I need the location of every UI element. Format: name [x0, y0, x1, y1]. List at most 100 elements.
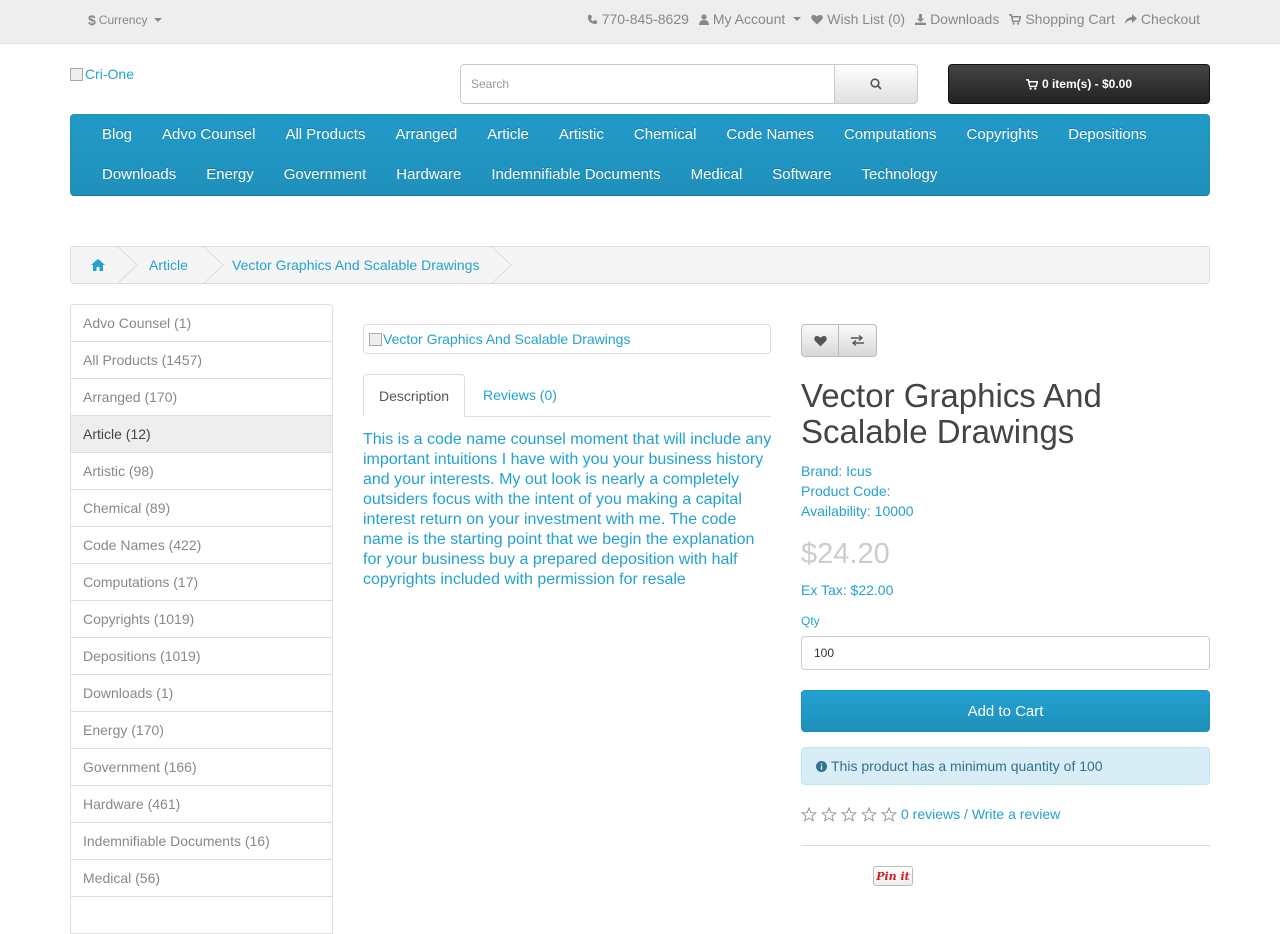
rating-stars [801, 806, 897, 822]
breadcrumb: Article Vector Graphics And Scalable Dra… [70, 246, 1210, 284]
star-empty-icon [801, 806, 817, 822]
breadcrumb-current[interactable]: Vector Graphics And Scalable Drawings [232, 247, 479, 283]
category-item-energy[interactable]: Energy (170) [70, 712, 333, 749]
category-item-medical[interactable]: Medical (56) [70, 860, 333, 897]
minimum-quantity-alert: This product has a minimum quantity of 1… [801, 747, 1210, 785]
search-input[interactable] [460, 64, 835, 104]
top-links: 770-845-8629 My Account Wish List (0) Do… [587, 11, 1200, 27]
top-bar: $ Currency 770-845-8629 My Account Wish … [0, 0, 1280, 44]
category-item-arranged[interactable]: Arranged (170) [70, 379, 333, 416]
menu-item-copyrights[interactable]: Copyrights [952, 115, 1054, 155]
menu-item-all-products[interactable]: All Products [270, 115, 380, 155]
category-item-article[interactable]: Article (12) [70, 416, 333, 453]
brand-label: Brand: [801, 463, 847, 479]
category-item-all-products[interactable]: All Products (1457) [70, 342, 333, 379]
wishlist-link[interactable]: Wish List (0) [811, 11, 905, 27]
product-code: Product Code: [801, 483, 891, 499]
breadcrumb-home[interactable] [91, 247, 105, 283]
menu-row-1: Blog Advo Counsel All Products Arranged … [71, 115, 1162, 155]
menu-item-hardware[interactable]: Hardware [381, 155, 476, 195]
add-to-wishlist-button[interactable] [801, 324, 839, 357]
menu-row-2: Downloads Energy Government Hardware Ind… [71, 155, 952, 195]
menu-item-depositions[interactable]: Depositions [1053, 115, 1161, 155]
divider [801, 845, 1210, 846]
category-item-downloads[interactable]: Downloads (1) [70, 675, 333, 712]
menu-item-downloads[interactable]: Downloads [87, 155, 191, 195]
breadcrumb-separator-icon [117, 246, 138, 284]
category-item-government[interactable]: Government (166) [70, 749, 333, 786]
category-item-chemical[interactable]: Chemical (89) [70, 490, 333, 527]
brand-row: Brand: Icus [801, 461, 914, 481]
breadcrumb-separator-icon [491, 246, 512, 284]
menu-item-government[interactable]: Government [269, 155, 382, 195]
tab-description[interactable]: Description [363, 374, 466, 417]
menu-item-arranged[interactable]: Arranged [380, 115, 472, 155]
cart-button[interactable]: 0 item(s) - $0.00 [948, 64, 1210, 104]
star-empty-icon [861, 806, 877, 822]
menu-item-computations[interactable]: Computations [829, 115, 952, 155]
brand-link[interactable]: Icus [846, 463, 872, 479]
my-account-label: My Account [712, 11, 786, 27]
menu-item-blog[interactable]: Blog [87, 115, 147, 155]
broken-image-icon [70, 67, 83, 81]
category-item-artistic[interactable]: Artistic (98) [70, 453, 333, 490]
tab-reviews[interactable]: Reviews (0) [468, 374, 572, 416]
category-item-hardware[interactable]: Hardware (461) [70, 786, 333, 823]
logo[interactable]: Cri-One [70, 66, 134, 82]
category-item-next[interactable] [70, 897, 333, 934]
category-item-copyrights[interactable]: Copyrights (1019) [70, 601, 333, 638]
ex-tax-price: Ex Tax: $22.00 [801, 582, 894, 598]
write-review-link[interactable]: Write a review [972, 806, 1060, 822]
menu-item-chemical[interactable]: Chemical [619, 115, 712, 155]
downloads-link[interactable]: Downloads [915, 11, 999, 27]
reviews-separator: / [960, 806, 972, 822]
category-item-advo-counsel[interactable]: Advo Counsel (1) [70, 304, 333, 342]
category-sidebar: Advo Counsel (1) All Products (1457) Arr… [70, 304, 333, 934]
menu-item-energy[interactable]: Energy [191, 155, 269, 195]
menu-item-software[interactable]: Software [757, 155, 846, 195]
logo-alt-text: Cri-One [85, 66, 135, 82]
menu-item-technology[interactable]: Technology [846, 155, 952, 195]
wishlist-label: Wish List (0) [827, 11, 906, 27]
share-icon [1124, 13, 1137, 24]
menu-item-advo-counsel[interactable]: Advo Counsel [147, 115, 270, 155]
availability: Availability: 10000 [801, 503, 914, 519]
menu-item-code-names[interactable]: Code Names [711, 115, 829, 155]
breadcrumb-article[interactable]: Article [149, 247, 188, 283]
category-item-computations[interactable]: Computations (17) [70, 564, 333, 601]
menu-item-article[interactable]: Article [472, 115, 544, 155]
download-icon [915, 13, 927, 25]
product-price: $24.20 [801, 538, 890, 570]
product-image[interactable]: Vector Graphics And Scalable Drawings [363, 324, 771, 354]
shopping-cart-label: Shopping Cart [1025, 11, 1115, 27]
reviews-link[interactable]: 0 reviews [901, 806, 960, 822]
exchange-icon [851, 335, 864, 346]
my-account-dropdown[interactable]: My Account [698, 11, 802, 27]
product-title: Vector Graphics And Scalable Drawings [801, 377, 1102, 450]
broken-image-icon [369, 332, 382, 346]
search-button[interactable] [834, 64, 918, 104]
cart-total: 0 item(s) - $0.00 [1041, 77, 1133, 91]
quantity-input[interactable] [801, 636, 1210, 670]
currency-dropdown[interactable]: $ Currency [88, 12, 163, 28]
category-item-indemnifiable-documents[interactable]: Indemnifiable Documents (16) [70, 823, 333, 860]
heart-icon [813, 335, 827, 346]
category-item-depositions[interactable]: Depositions (1019) [70, 638, 333, 675]
phone-icon [587, 14, 597, 24]
add-to-cart-button[interactable]: Add to Cart [801, 690, 1210, 732]
pinterest-button[interactable]: Pin it [873, 866, 913, 886]
checkout-link[interactable]: Checkout [1124, 11, 1200, 27]
menu-item-artistic[interactable]: Artistic [544, 115, 619, 155]
search-icon [870, 78, 882, 90]
phone-link[interactable]: 770-845-8629 [587, 11, 689, 27]
shopping-cart-link[interactable]: Shopping Cart [1009, 11, 1115, 27]
caret-down-icon [793, 17, 802, 21]
menu-item-medical[interactable]: Medical [676, 155, 758, 195]
star-empty-icon [841, 806, 857, 822]
menu-item-indemnifiable-documents[interactable]: Indemnifiable Documents [476, 155, 675, 195]
category-item-code-names[interactable]: Code Names (422) [70, 527, 333, 564]
product-image-alt: Vector Graphics And Scalable Drawings [383, 331, 631, 347]
home-icon [91, 259, 105, 271]
compare-button[interactable] [839, 324, 877, 357]
info-circle-icon [816, 760, 827, 772]
